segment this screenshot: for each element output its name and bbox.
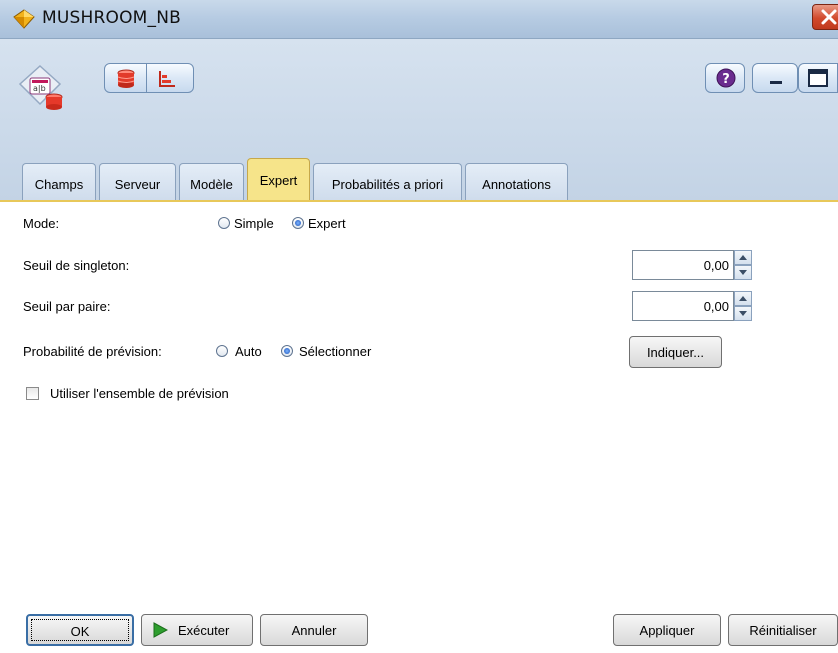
cancel-label: Annuler: [291, 623, 337, 638]
pair-input[interactable]: 0,00: [632, 291, 734, 321]
prob-auto-radio[interactable]: [216, 345, 228, 357]
spin-down-icon[interactable]: [734, 265, 752, 280]
reset-label: Réinitialiser: [749, 623, 817, 638]
prob-auto-label[interactable]: Auto: [235, 344, 262, 359]
prob-label: Probabilité de prévision:: [23, 344, 162, 359]
tab-probabilites[interactable]: Probabilités a priori: [313, 163, 462, 200]
apply-button[interactable]: Appliquer: [613, 614, 721, 646]
toolbar-group: [104, 63, 194, 93]
spin-down-icon[interactable]: [734, 306, 752, 321]
prob-select-label[interactable]: Sélectionner: [299, 344, 371, 359]
singleton-label: Seuil de singleton:: [23, 258, 130, 273]
run-button[interactable]: Exécuter: [141, 614, 253, 646]
help-button[interactable]: ?: [705, 63, 745, 93]
tab-annotations[interactable]: Annotations: [465, 163, 568, 200]
svg-text:a|b: a|b: [33, 84, 46, 93]
ok-button[interactable]: OK: [26, 614, 134, 646]
spin-up-icon[interactable]: [734, 250, 752, 265]
minimize-icon: [770, 81, 782, 84]
diamond-node-icon: [13, 9, 35, 29]
toolbar-area: [0, 39, 838, 159]
ok-label: OK: [70, 624, 90, 639]
toolbar-separator: [146, 63, 147, 93]
use-set-checkbox[interactable]: [26, 387, 39, 400]
window-title: MUSHROOM_NB: [42, 8, 182, 28]
spin-up-icon[interactable]: [734, 291, 752, 306]
cancel-button[interactable]: Annuler: [260, 614, 368, 646]
mode-simple-radio[interactable]: [218, 217, 230, 229]
help-icon: ?: [716, 68, 736, 88]
prob-select-radio[interactable]: [281, 345, 293, 357]
mode-label: Mode:: [23, 216, 60, 231]
mode-simple-label[interactable]: Simple: [234, 216, 274, 231]
use-set-label[interactable]: Utiliser l'ensemble de prévision: [50, 386, 229, 401]
mode-expert-label[interactable]: Expert: [308, 216, 346, 231]
tab-serveur[interactable]: Serveur: [99, 163, 176, 200]
apply-label: Appliquer: [639, 623, 695, 638]
pair-spinner[interactable]: [734, 291, 752, 321]
maximize-icon: [808, 69, 828, 87]
maximize-button[interactable]: [798, 63, 838, 93]
node-icon-container: a|b: [18, 64, 88, 126]
mode-expert-radio[interactable]: [292, 217, 304, 229]
tab-underline: [0, 200, 838, 202]
model-nugget-icon: a|b: [18, 64, 63, 110]
pair-label: Seuil par paire:: [23, 299, 111, 314]
specify-button[interactable]: Indiquer...: [629, 336, 722, 368]
singleton-input[interactable]: 0,00: [632, 250, 734, 280]
close-button[interactable]: [812, 4, 838, 30]
database-icon[interactable]: [115, 68, 137, 90]
tab-modele[interactable]: Modèle: [179, 163, 244, 200]
singleton-spinner[interactable]: [734, 250, 752, 280]
tab-champs[interactable]: Champs: [22, 163, 96, 200]
chart-icon[interactable]: [157, 69, 177, 89]
tab-expert[interactable]: Expert: [247, 158, 310, 201]
play-icon: [153, 622, 168, 638]
reset-button[interactable]: Réinitialiser: [728, 614, 838, 646]
minimize-button[interactable]: [752, 63, 798, 93]
run-label: Exécuter: [178, 623, 230, 638]
title-bar: MUSHROOM_NB: [0, 0, 838, 39]
svg-text:?: ?: [722, 72, 730, 87]
close-icon: [821, 9, 837, 25]
